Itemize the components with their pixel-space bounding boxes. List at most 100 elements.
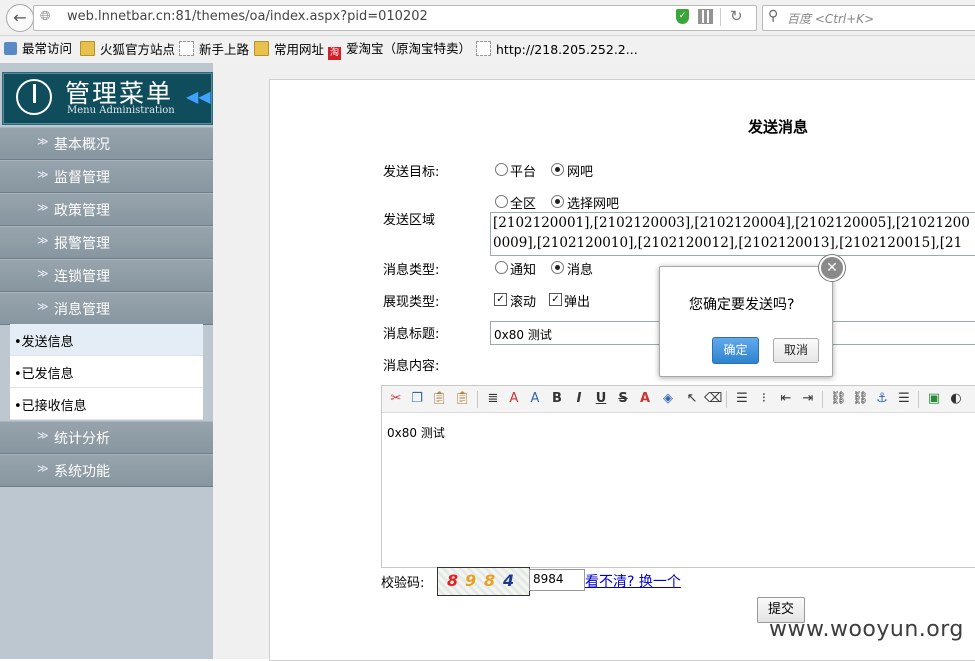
- horizontal-rule-icon[interactable]: ☰: [896, 391, 912, 407]
- target-radio-platform[interactable]: [495, 163, 508, 176]
- display-label: 展现类型:: [383, 295, 440, 310]
- underline-icon[interactable]: U: [593, 391, 609, 407]
- msgtype-option-message: 消息: [567, 263, 594, 278]
- target-radio-netbar[interactable]: [551, 163, 564, 176]
- paste-icon[interactable]: 📋︎: [431, 391, 448, 407]
- captcha-label: 校验码:: [381, 576, 425, 591]
- sidebar-item-overview[interactable]: ≫ 基本概况: [0, 127, 213, 160]
- toolbar-divider: [822, 391, 823, 408]
- page-icon: [179, 41, 194, 56]
- sidebar-item-messages[interactable]: ≫ 消息管理: [0, 292, 213, 325]
- italic-icon[interactable]: I: [571, 391, 587, 407]
- list-icon[interactable]: ⁝: [756, 391, 772, 407]
- sidebar-item-policy[interactable]: ≫ 政策管理: [0, 193, 213, 226]
- msgtitle-label: 消息标题:: [383, 327, 440, 342]
- chevron-icon: ≫: [37, 300, 49, 313]
- display-option-popup: 弹出: [564, 295, 591, 310]
- subitem-send-message[interactable]: •发送信息: [10, 324, 203, 356]
- folder-icon: [80, 41, 95, 56]
- sidebar-item-statistics[interactable]: ≫ 统计分析: [0, 421, 213, 454]
- bookmark-aitaobao[interactable]: 淘爱淘宝（原淘宝特卖）: [328, 41, 471, 60]
- bold-icon[interactable]: B: [549, 391, 565, 407]
- target-label: 发送目标:: [383, 165, 440, 180]
- editor-content[interactable]: 0x80 测试: [387, 424, 445, 441]
- captcha-char: 8: [447, 571, 459, 590]
- image-icon[interactable]: ▣: [926, 391, 942, 407]
- back-icon[interactable]: ←: [6, 4, 34, 32]
- flash-icon[interactable]: ◐: [948, 391, 964, 407]
- shield-icon[interactable]: ✓: [676, 9, 689, 24]
- unlink-icon[interactable]: ⛓: [852, 391, 869, 407]
- display-option-scroll: 滚动: [510, 295, 537, 310]
- region-textarea[interactable]: [2102120001],[2102120003],[2102120004],[…: [490, 212, 975, 256]
- chevron-icon: ≫: [37, 201, 49, 214]
- msgtype-radio-message[interactable]: [551, 261, 564, 274]
- msgtype-option-notice: 通知: [510, 263, 537, 278]
- search-icon: ⚲: [768, 8, 779, 24]
- display-checkbox-scroll[interactable]: ✓: [494, 293, 507, 306]
- indent-icon[interactable]: ⇥: [800, 391, 816, 407]
- sidebar-item-system[interactable]: ≫ 系统功能: [0, 454, 213, 487]
- page-icon: [476, 41, 491, 56]
- captcha-value: 8984: [533, 572, 564, 586]
- globe-icon: 🌐︎: [40, 9, 51, 24]
- target-option-platform: 平台: [510, 165, 537, 180]
- paste-text-icon[interactable]: 📋︎: [454, 391, 471, 407]
- subitem-sent-messages[interactable]: •已发信息: [10, 356, 203, 388]
- font-color-icon[interactable]: A: [637, 391, 653, 407]
- display-checkbox-popup[interactable]: ✓: [549, 293, 562, 306]
- reload-icon[interactable]: ↻: [730, 7, 743, 25]
- align-icon[interactable]: ☰: [734, 391, 750, 407]
- sidebar-item-alarm[interactable]: ≫ 报警管理: [0, 226, 213, 259]
- bookmark-getting-started[interactable]: 新手上路: [179, 41, 249, 57]
- font-size-icon[interactable]: A: [527, 391, 543, 407]
- cut-icon[interactable]: ✂: [388, 391, 404, 407]
- menu-subtitle: Menu Administration: [67, 105, 175, 116]
- captcha-refresh-link[interactable]: 看不清? 换一个: [585, 571, 681, 591]
- cancel-button[interactable]: 取消: [773, 338, 819, 363]
- region-radio-all[interactable]: [495, 195, 508, 208]
- divider: [720, 8, 721, 26]
- collapse-icon[interactable]: ◀◀: [186, 87, 211, 106]
- bookmark-ip[interactable]: http://218.205.252.2...: [476, 41, 638, 57]
- chevron-icon: ≫: [37, 267, 49, 280]
- bookmark-common-sites[interactable]: 常用网址: [254, 41, 324, 57]
- close-icon[interactable]: ✕: [819, 255, 845, 281]
- anchor-icon[interactable]: ⚓: [874, 391, 890, 407]
- bookmark-firefox-site[interactable]: 火狐官方站点: [80, 41, 175, 57]
- folder-icon: [254, 41, 269, 56]
- region-line-1: [2102120001],[2102120003],[2102120004],[…: [493, 215, 970, 231]
- bookmark-most-visited[interactable]: 最常访问: [4, 41, 72, 57]
- toolbar-divider: [918, 391, 919, 408]
- sidebar-item-supervision[interactable]: ≫ 监督管理: [0, 160, 213, 193]
- chevron-icon: ≫: [37, 429, 49, 442]
- link-icon[interactable]: ⛓: [830, 391, 847, 407]
- captcha-char: 4: [503, 571, 515, 590]
- region-option-select: 选择网吧: [567, 197, 620, 212]
- region-line-2: 0009],[2102120010],[2102120012],[2102120…: [493, 235, 963, 251]
- captcha-char: 8: [484, 571, 496, 590]
- subitem-received-messages[interactable]: •已接收信息: [10, 388, 203, 420]
- address-text[interactable]: web.lnnetbar.cn:81/themes/oa/index.aspx?…: [67, 9, 428, 24]
- taobao-icon: 淘: [328, 47, 341, 60]
- outdent-icon[interactable]: ⇤: [778, 391, 794, 407]
- copy-icon[interactable]: ❐: [409, 391, 425, 407]
- highlight-icon[interactable]: ◈: [660, 391, 676, 407]
- msgtype-label: 消息类型:: [383, 263, 440, 278]
- strikethrough-icon[interactable]: S: [615, 391, 631, 407]
- sidebar-item-chain[interactable]: ≫ 连锁管理: [0, 259, 213, 292]
- eraser-icon[interactable]: ⌫: [704, 391, 722, 407]
- chevron-icon: ≫: [37, 462, 49, 475]
- paragraph-icon[interactable]: ≣: [485, 391, 501, 407]
- toolbar-divider: [726, 391, 727, 408]
- msgtype-radio-notice[interactable]: [495, 261, 508, 274]
- region-radio-select[interactable]: [551, 195, 564, 208]
- ok-button[interactable]: 确定: [712, 337, 759, 364]
- msgtitle-value: 0x80 测试: [494, 328, 552, 342]
- font-family-icon[interactable]: A: [506, 391, 522, 407]
- qr-code-icon[interactable]: [698, 9, 713, 24]
- chevron-icon: ≫: [37, 135, 49, 148]
- pointer-icon[interactable]: ↖: [684, 391, 700, 407]
- region-label: 发送区域: [383, 213, 436, 228]
- content-label: 消息内容:: [383, 359, 440, 374]
